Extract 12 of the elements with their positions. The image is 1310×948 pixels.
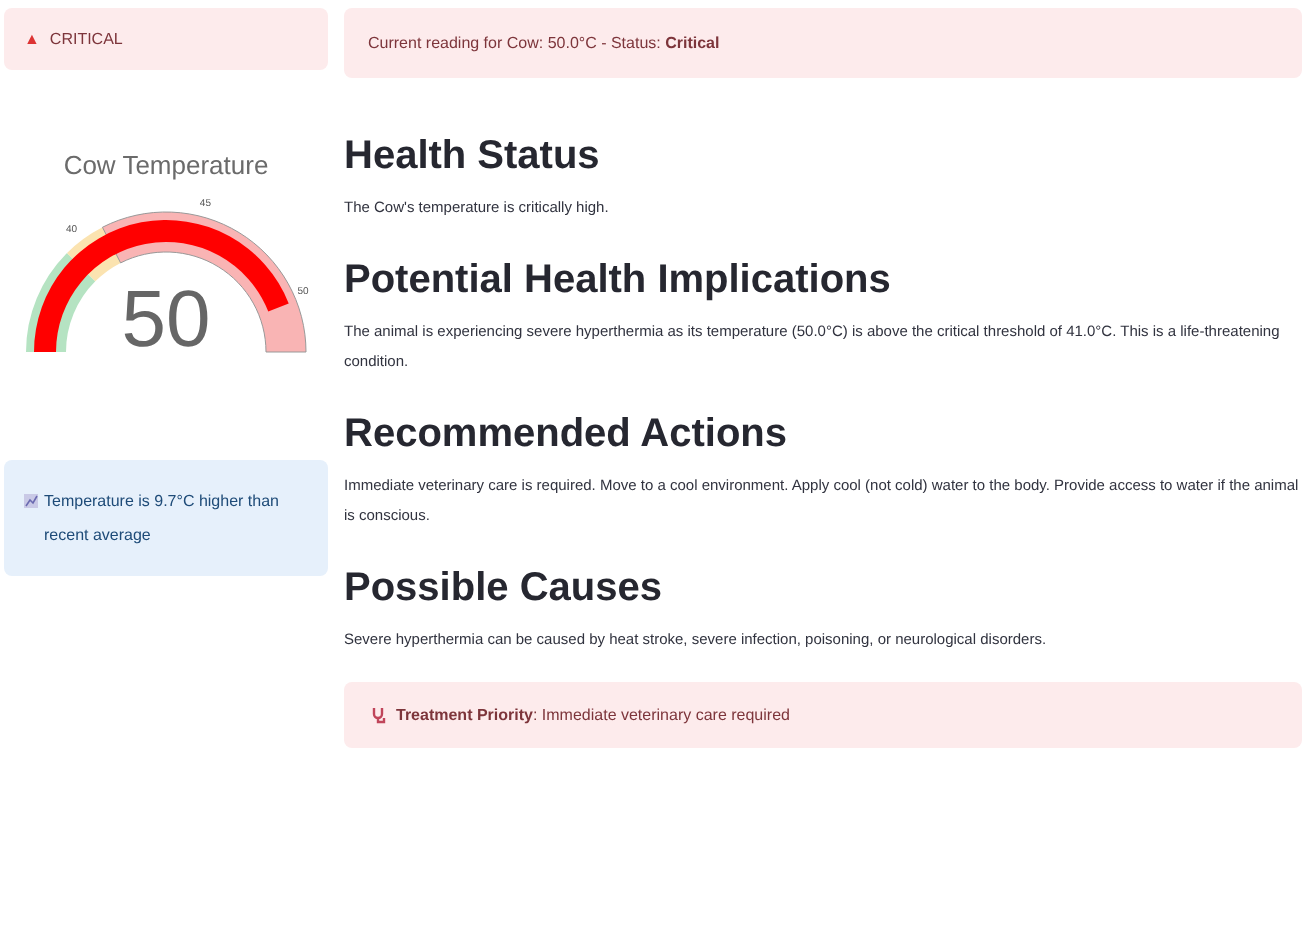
section-heading: Possible Causes — [344, 566, 664, 612]
warning-icon: ▲ — [24, 30, 40, 48]
badge-label: CRITICAL — [49, 30, 123, 48]
section-heading: Potential Health Implications — [344, 258, 893, 304]
gauge-value: 50 — [119, 276, 213, 364]
trend-text: Temperature is 9.7°C higher than recent average — [44, 490, 281, 548]
section-heading: Health Status — [344, 134, 602, 180]
status-text: Current reading for Cow: 50.0°C - Status: Critical — [368, 34, 720, 52]
section-heading: Recommended Actions — [344, 412, 790, 458]
chart-icon — [24, 494, 38, 508]
gauge-title: Cow Temperature — [63, 150, 269, 180]
priority-text: Treatment Priority: Immediate veterinary care required — [396, 706, 790, 724]
